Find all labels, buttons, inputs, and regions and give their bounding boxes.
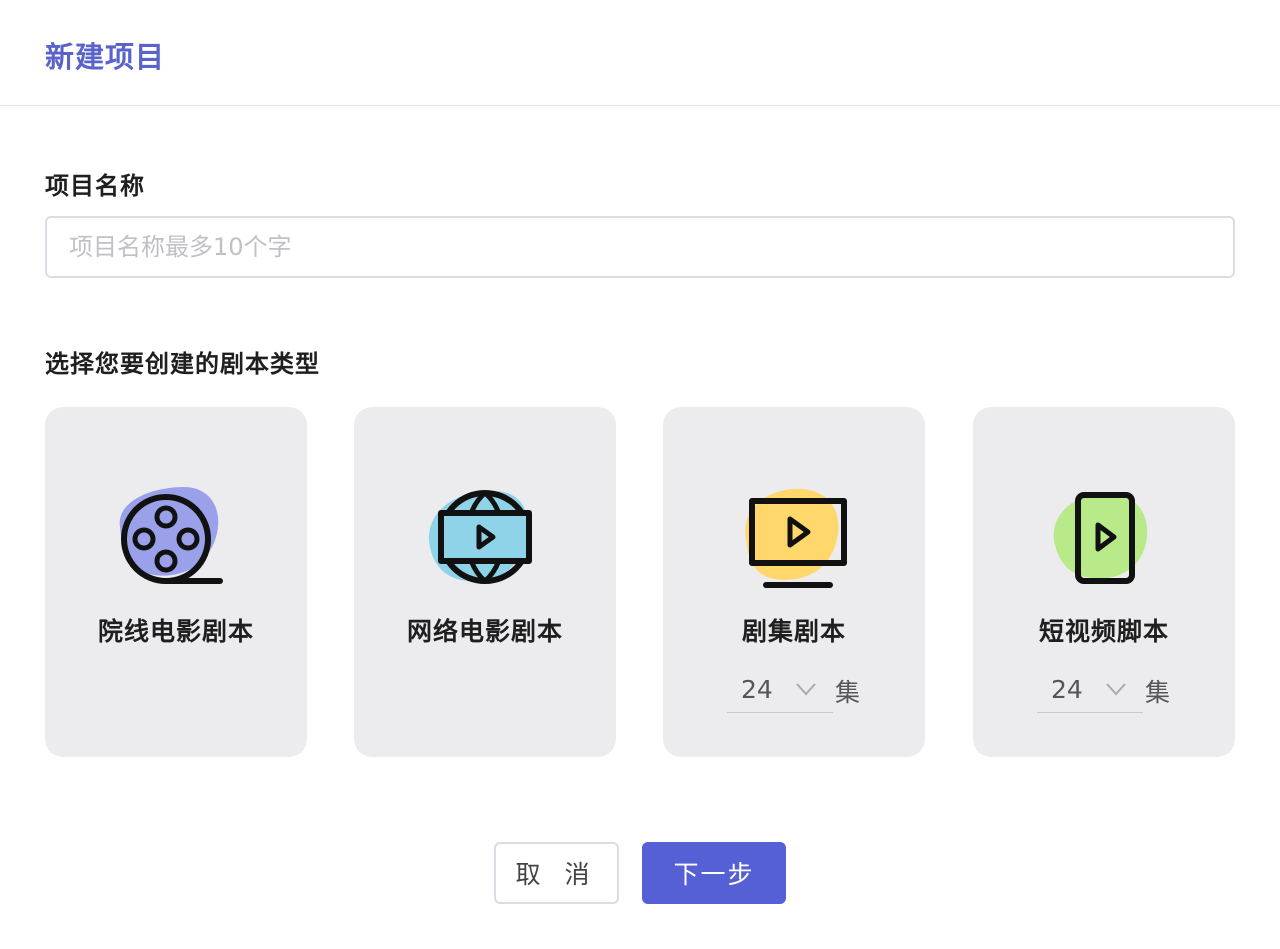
episode-select[interactable]: 24 [1037,669,1143,713]
type-card-online-film[interactable]: 网络电影剧本 [354,407,616,757]
dialog-header: 新建项目 [0,0,1280,106]
dialog-title: 新建项目 [45,40,166,74]
type-card-series[interactable]: 剧集剧本 24 集 [663,407,925,757]
episode-select[interactable]: 24 [727,669,833,713]
episode-unit: 集 [835,678,861,707]
type-card-label: 网络电影剧本 [406,617,563,646]
film-reel-icon [119,487,223,584]
chevron-down-icon [1106,683,1126,696]
type-card-label: 剧集剧本 [741,617,846,646]
episode-count: 24 集 [727,669,867,713]
globe-play-icon [428,490,532,584]
phone-play-icon [1053,492,1148,584]
script-type-label: 选择您要创建的剧本类型 [45,350,320,378]
episode-count: 24 集 [1037,669,1177,713]
type-card-cinema-film[interactable]: 院线电影剧本 [45,407,307,757]
project-name-label: 项目名称 [45,172,145,200]
chevron-down-icon [796,683,816,696]
new-project-dialog: 新建项目 项目名称 选择您要创建的剧本类型 院线电影剧本 网络电影剧本 [0,0,1280,949]
type-card-label: 院线电影剧本 [97,617,254,646]
tv-play-icon [745,488,847,588]
type-card-short-video[interactable]: 短视频脚本 24 集 [973,407,1235,757]
episode-unit: 集 [1145,678,1171,707]
episode-value: 24 [1051,675,1083,704]
type-card-label: 短视频脚本 [1038,617,1169,646]
cancel-button[interactable]: 取 消 [494,842,619,904]
next-step-button[interactable]: 下一步 [642,842,786,904]
project-name-input[interactable] [45,216,1235,278]
episode-value: 24 [741,675,773,704]
